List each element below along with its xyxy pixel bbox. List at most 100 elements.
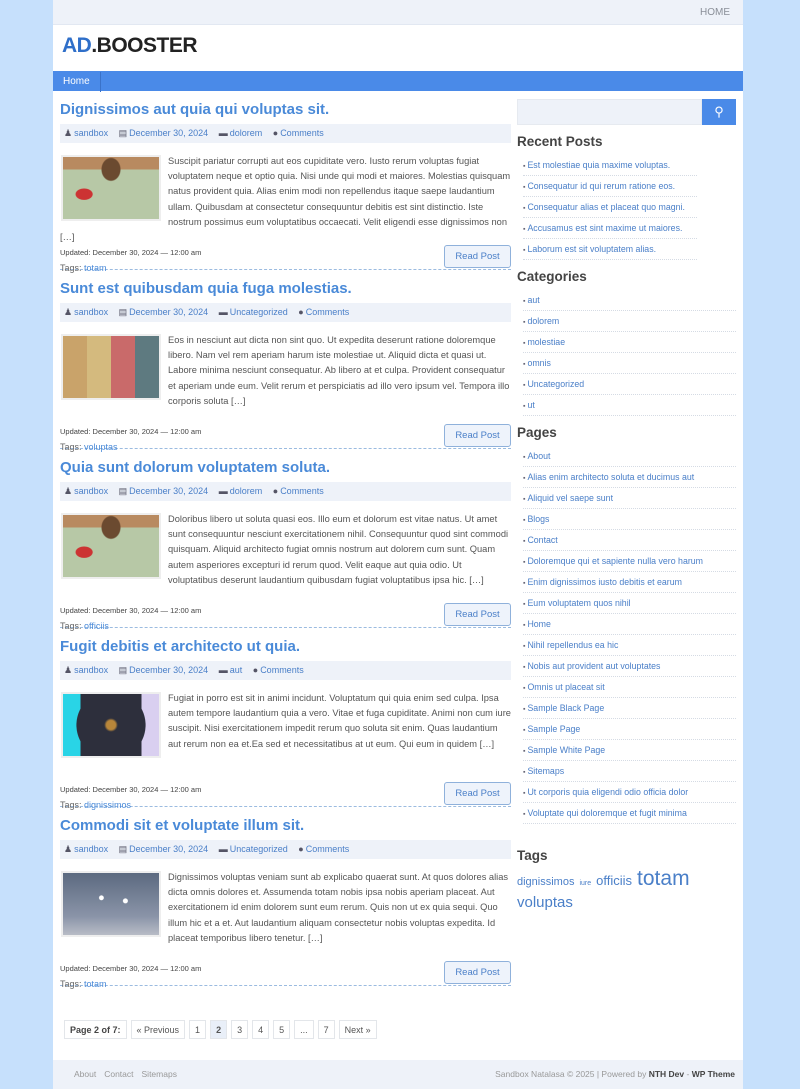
theme-link[interactable]: WP Theme bbox=[692, 1069, 735, 1079]
nav-home[interactable]: Home bbox=[53, 72, 101, 92]
post-title[interactable]: Fugit debitis et architecto ut quia. bbox=[60, 638, 300, 655]
search-button[interactable]: ⚲ bbox=[702, 99, 736, 125]
post-title[interactable]: Commodi sit et voluptate illum sit. bbox=[60, 817, 304, 834]
category-link[interactable]: Uncategorized bbox=[523, 374, 736, 395]
read-post-button[interactable]: Read Post bbox=[444, 782, 511, 805]
date-link[interactable]: December 30, 2024 bbox=[129, 844, 208, 854]
post-title[interactable]: Sunt est quibusdam quia fuga molestias. bbox=[60, 280, 352, 297]
recent-posts-title: Recent Posts bbox=[517, 134, 603, 149]
author-link[interactable]: sandbox bbox=[74, 307, 108, 317]
page-link[interactable]: Eum voluptatem quos nihil bbox=[523, 593, 736, 614]
category-link[interactable]: dolorem bbox=[230, 128, 263, 138]
author-link[interactable]: sandbox bbox=[74, 665, 108, 675]
post: Quia sunt dolorum voluptatem soluta. ♟ sa… bbox=[60, 449, 511, 631]
calendar-icon: ▤ bbox=[118, 665, 128, 675]
category-link[interactable]: aut bbox=[523, 290, 736, 311]
page-link[interactable]: 7 bbox=[317, 1020, 335, 1039]
page-link[interactable]: Alias enim architecto soluta et ducimus … bbox=[523, 467, 736, 488]
page-link[interactable]: 2 bbox=[210, 1020, 228, 1039]
page-link[interactable]: Enim dignissimos iusto debitis et earum bbox=[523, 572, 736, 593]
top-nav-home[interactable]: HOME bbox=[700, 7, 730, 18]
date-link[interactable]: December 30, 2024 bbox=[129, 128, 208, 138]
category-link[interactable]: molestiae bbox=[523, 332, 736, 353]
footer-link[interactable]: Contact bbox=[104, 1069, 133, 1079]
brand-link[interactable]: NTH Dev bbox=[649, 1069, 684, 1079]
recent-post-link[interactable]: Laborum est sit voluptatem alias. bbox=[523, 239, 697, 260]
page-link[interactable]: Sample White Page bbox=[523, 740, 736, 761]
comments-link[interactable]: Comments bbox=[280, 486, 324, 496]
tag-cloud-link[interactable]: totam bbox=[637, 867, 690, 890]
read-post-button[interactable]: Read Post bbox=[444, 245, 511, 268]
tag-cloud-link[interactable]: iure bbox=[579, 880, 591, 887]
calendar-icon: ▤ bbox=[118, 486, 128, 496]
category-link[interactable]: dolorem bbox=[523, 311, 736, 332]
page-link[interactable]: Nihil repellendus ea hic bbox=[523, 635, 736, 656]
page-link[interactable]: Doloremque qui et sapiente nulla vero ha… bbox=[523, 551, 736, 572]
tag-cloud-link[interactable]: voluptas bbox=[517, 894, 573, 911]
tag-cloud-link[interactable]: officiis bbox=[596, 873, 632, 888]
page-link[interactable]: 1 bbox=[189, 1020, 207, 1039]
page-link[interactable]: Home bbox=[523, 614, 736, 635]
category-link[interactable]: dolorem bbox=[230, 486, 263, 496]
comments-link[interactable]: Comments bbox=[306, 307, 350, 317]
tag-link[interactable]: totam bbox=[84, 979, 107, 989]
sidebar: ⚲ Recent Posts Est molestiae quia maxime… bbox=[517, 99, 736, 912]
tag-cloud-link[interactable]: dignissimos bbox=[517, 876, 574, 888]
search-input[interactable] bbox=[517, 99, 702, 125]
comments-link[interactable]: Comments bbox=[280, 128, 324, 138]
date-link[interactable]: December 30, 2024 bbox=[129, 486, 208, 496]
page-link[interactable]: Aliquid vel saepe sunt bbox=[523, 488, 736, 509]
header: AD.BOOSTER bbox=[53, 25, 743, 71]
category-link[interactable]: Uncategorized bbox=[230, 844, 288, 854]
date-link[interactable]: December 30, 2024 bbox=[129, 665, 208, 675]
page-link[interactable]: Sample Page bbox=[523, 719, 736, 740]
page-link[interactable]: Omnis ut placeat sit bbox=[523, 677, 736, 698]
page-link[interactable]: Sample Black Page bbox=[523, 698, 736, 719]
page-link[interactable]: 5 bbox=[273, 1020, 291, 1039]
site-logo[interactable]: AD.BOOSTER bbox=[62, 34, 198, 58]
read-post-button[interactable]: Read Post bbox=[444, 424, 511, 447]
recent-post-link[interactable]: Accusamus est sint maxime ut maiores. bbox=[523, 218, 697, 239]
author-link[interactable]: sandbox bbox=[74, 844, 108, 854]
author-link[interactable]: sandbox bbox=[74, 128, 108, 138]
next-page-link[interactable]: Next » bbox=[338, 1020, 377, 1039]
post-thumbnail[interactable] bbox=[61, 155, 161, 221]
recent-post-link[interactable]: Consequatur alias et placeat quo magni. bbox=[523, 197, 697, 218]
category-link[interactable]: aut bbox=[230, 665, 243, 675]
search-form: ⚲ bbox=[517, 99, 736, 125]
comments-link[interactable]: Comments bbox=[260, 665, 304, 675]
post-meta: ♟ sandbox ▤ December 30, 2024 ▬ Uncategoriz… bbox=[60, 303, 511, 322]
post-thumbnail[interactable] bbox=[61, 513, 161, 579]
page-link[interactable]: Ut corporis quia eligendi odio officia d… bbox=[523, 782, 736, 803]
page-link[interactable]: Sitemaps bbox=[523, 761, 736, 782]
page-link[interactable]: 4 bbox=[252, 1020, 270, 1039]
comment-icon: ● bbox=[272, 128, 279, 138]
category-link[interactable]: omnis bbox=[523, 353, 736, 374]
category-link[interactable]: Uncategorized bbox=[230, 307, 288, 317]
post-thumbnail[interactable] bbox=[61, 692, 161, 758]
footer-link[interactable]: Sitemaps bbox=[142, 1069, 177, 1079]
categories-title: Categories bbox=[517, 269, 587, 284]
post-title[interactable]: Dignissimos aut quia qui voluptas sit. bbox=[60, 101, 329, 118]
page-link[interactable]: Contact bbox=[523, 530, 736, 551]
page-link[interactable]: Blogs bbox=[523, 509, 736, 530]
page-link[interactable]: About bbox=[523, 446, 736, 467]
author-link[interactable]: sandbox bbox=[74, 486, 108, 496]
copyright: Sandbox Natalasa © 2025 | Powered by bbox=[495, 1069, 647, 1079]
post-thumbnail[interactable] bbox=[61, 871, 161, 937]
footer-link[interactable]: About bbox=[74, 1069, 96, 1079]
recent-post-link[interactable]: Consequatur id qui rerum ratione eos. bbox=[523, 176, 697, 197]
page-link[interactable]: 3 bbox=[231, 1020, 249, 1039]
recent-post-link[interactable]: Est molestiae quia maxime voluptas. bbox=[523, 155, 697, 176]
category-link[interactable]: ut bbox=[523, 395, 736, 416]
read-post-button[interactable]: Read Post bbox=[444, 603, 511, 626]
pagination: Page 2 of 7: « Previous 1 2 3 4 5... 7 Next » bbox=[64, 1020, 377, 1039]
prev-page-link[interactable]: « Previous bbox=[130, 1020, 186, 1039]
post-thumbnail[interactable] bbox=[61, 334, 161, 400]
post-title[interactable]: Quia sunt dolorum voluptatem soluta. bbox=[60, 459, 330, 476]
page-link[interactable]: Nobis aut provident aut voluptates bbox=[523, 656, 736, 677]
page-link[interactable]: Voluptate qui doloremque et fugit minima bbox=[523, 803, 736, 824]
read-post-button[interactable]: Read Post bbox=[444, 961, 511, 984]
date-link[interactable]: December 30, 2024 bbox=[129, 307, 208, 317]
comments-link[interactable]: Comments bbox=[306, 844, 350, 854]
